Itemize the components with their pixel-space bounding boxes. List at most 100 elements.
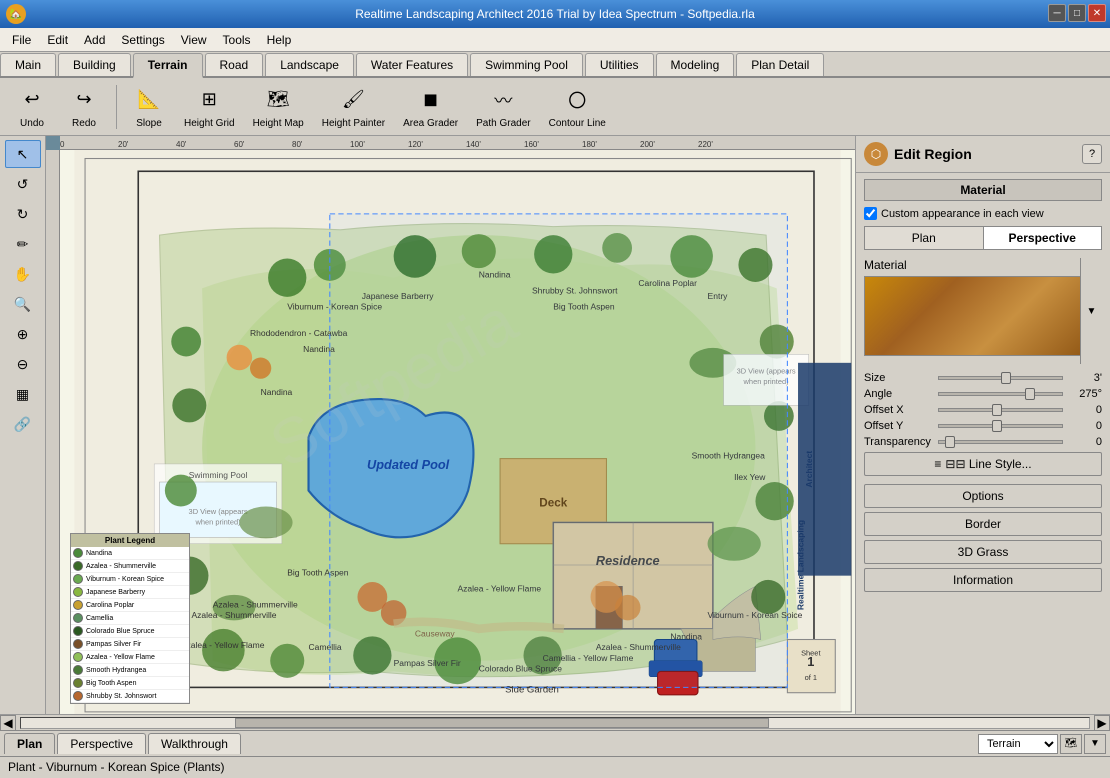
material-dropdown-button[interactable]: ▼: [1080, 258, 1102, 364]
svg-text:Azalea - Shummerville: Azalea - Shummerville: [191, 610, 276, 620]
menu-item-tools[interactable]: Tools: [215, 31, 259, 49]
tab-water-features[interactable]: Water Features: [356, 53, 468, 76]
action-btn-3d-grass[interactable]: 3D Grass: [864, 540, 1102, 564]
legend-color-dot: [73, 639, 83, 649]
transparency-value: 0: [1067, 436, 1102, 448]
left-tool-select[interactable]: ↖: [5, 140, 41, 168]
edit-region-icon: ⬡: [864, 142, 888, 166]
menu-item-file[interactable]: File: [4, 31, 39, 49]
svg-text:3D View (appears: 3D View (appears: [189, 507, 248, 516]
legend-color-dot: [73, 652, 83, 662]
action-buttons: Options Border 3D Grass Information: [864, 484, 1102, 592]
line-style-button[interactable]: ≡ ⊟⊟ Line Style...: [864, 452, 1102, 476]
tab-perspective[interactable]: Perspective: [984, 227, 1102, 249]
legend-item: Viburnum - Korean Spice: [71, 573, 189, 586]
menu-item-add[interactable]: Add: [76, 31, 113, 49]
scroll-track[interactable]: [20, 717, 1090, 729]
tab-plan-detail[interactable]: Plan Detail: [736, 53, 824, 76]
ruler-mark-3: 60': [234, 140, 244, 149]
left-tool-link[interactable]: 🔗: [5, 410, 41, 438]
legend-item-name: Viburnum - Korean Spice: [86, 576, 164, 583]
tab-road[interactable]: Road: [205, 53, 264, 76]
tool-area-grader[interactable]: ◼Area Grader: [396, 80, 465, 134]
help-button[interactable]: ?: [1082, 144, 1102, 164]
terrain-select[interactable]: Terrain: [978, 734, 1058, 754]
tab-terrain[interactable]: Terrain: [133, 53, 203, 78]
redo-label: Redo: [72, 118, 96, 130]
left-tool-redo-right[interactable]: ↻: [5, 200, 41, 228]
left-tool-pan[interactable]: ✋: [5, 260, 41, 288]
angle-thumb[interactable]: [1025, 388, 1035, 400]
minimize-button[interactable]: ─: [1048, 4, 1066, 22]
right-panel-content: Material Custom appearance in each view …: [856, 173, 1110, 714]
material-preview[interactable]: [864, 276, 1102, 356]
tab-modeling[interactable]: Modeling: [656, 53, 735, 76]
left-tool-undo-left[interactable]: ↺: [5, 170, 41, 198]
bottom-tab-walkthrough[interactable]: Walkthrough: [148, 733, 241, 754]
tool-redo[interactable]: ↪Redo: [60, 80, 108, 134]
action-btn-options[interactable]: Options: [864, 484, 1102, 508]
tool-height-grid[interactable]: ⊞Height Grid: [177, 80, 242, 134]
terrain-view-button[interactable]: 🗺: [1060, 734, 1082, 754]
ruler-mark-4: 80': [292, 140, 302, 149]
bottom-tab-perspective[interactable]: Perspective: [57, 733, 146, 754]
action-btn-border[interactable]: Border: [864, 512, 1102, 536]
bottom-tab-plan[interactable]: Plan: [4, 733, 55, 754]
tool-contour-line[interactable]: 〇Contour Line: [542, 80, 613, 134]
terrain-dropdown: Terrain 🗺 ▼: [978, 734, 1106, 754]
menu-item-edit[interactable]: Edit: [39, 31, 76, 49]
tool-path-grader[interactable]: 〰Path Grader: [469, 80, 537, 134]
left-tool-draw[interactable]: ✏: [5, 230, 41, 258]
left-tool-zoom[interactable]: 🔍: [5, 290, 41, 318]
left-tool-zoom-in[interactable]: ⊕: [5, 320, 41, 348]
tool-height-map[interactable]: 🗺Height Map: [246, 80, 311, 134]
height-painter-label: Height Painter: [322, 118, 385, 130]
left-tool-zoom-out[interactable]: ⊖: [5, 350, 41, 378]
scroll-thumb[interactable]: [235, 718, 769, 728]
offset-y-thumb[interactable]: [992, 420, 1002, 432]
tab-main[interactable]: Main: [0, 53, 56, 76]
menu-item-view[interactable]: View: [173, 31, 215, 49]
drawing-canvas[interactable]: Updated Pool Swimming Pool 3D View (appe…: [60, 150, 855, 714]
terrain-expand-button[interactable]: ▼: [1084, 734, 1106, 754]
offset-x-label: Offset X: [864, 404, 934, 416]
ruler-mark-2: 40': [176, 140, 186, 149]
transparency-slider[interactable]: [938, 440, 1063, 444]
menu-item-settings[interactable]: Settings: [113, 31, 172, 49]
size-slider[interactable]: [938, 376, 1063, 380]
window-controls: ─ □ ✕: [1048, 4, 1106, 22]
height-grid-icon: ⊞: [193, 84, 225, 116]
custom-appearance-checkbox[interactable]: [864, 207, 877, 220]
offset-y-value: 0: [1067, 420, 1102, 432]
tab-utilities[interactable]: Utilities: [585, 53, 654, 76]
horizontal-scrollbar[interactable]: ◀ ▶: [0, 714, 1110, 730]
menu-item-help[interactable]: Help: [259, 31, 300, 49]
tool-height-painter[interactable]: 🖌Height Painter: [315, 80, 392, 134]
legend-item: Nandina: [71, 547, 189, 560]
angle-slider[interactable]: [938, 392, 1063, 396]
left-tools-panel: ↖↺↻✏✋🔍⊕⊖▦🔗: [0, 136, 46, 714]
tab-building[interactable]: Building: [58, 53, 131, 76]
tab-plan[interactable]: Plan: [865, 227, 984, 249]
offset-x-slider[interactable]: [938, 408, 1063, 412]
maximize-button[interactable]: □: [1068, 4, 1086, 22]
tool-slope[interactable]: 📐Slope: [125, 80, 173, 134]
close-button[interactable]: ✕: [1088, 4, 1106, 22]
offset-x-thumb[interactable]: [992, 404, 1002, 416]
offset-y-slider[interactable]: [938, 424, 1063, 428]
legend-color-dot: [73, 665, 83, 675]
ruler-mark-9: 180': [582, 140, 597, 149]
tab-swimming-pool[interactable]: Swimming Pool: [470, 53, 583, 76]
ruler-mark-8: 160': [524, 140, 539, 149]
status-bar: Plant - Viburnum - Korean Spice (Plants): [0, 756, 1110, 778]
custom-appearance-row: Custom appearance in each view: [864, 207, 1102, 220]
size-thumb[interactable]: [1001, 372, 1011, 384]
tool-undo[interactable]: ↩Undo: [8, 80, 56, 134]
scroll-right-button[interactable]: ▶: [1094, 715, 1110, 731]
tab-landscape[interactable]: Landscape: [265, 53, 354, 76]
transparency-thumb[interactable]: [945, 436, 955, 448]
action-btn-information[interactable]: Information: [864, 568, 1102, 592]
ruler-mark-5: 100': [350, 140, 365, 149]
scroll-left-button[interactable]: ◀: [0, 715, 16, 731]
left-tool-grid[interactable]: ▦: [5, 380, 41, 408]
